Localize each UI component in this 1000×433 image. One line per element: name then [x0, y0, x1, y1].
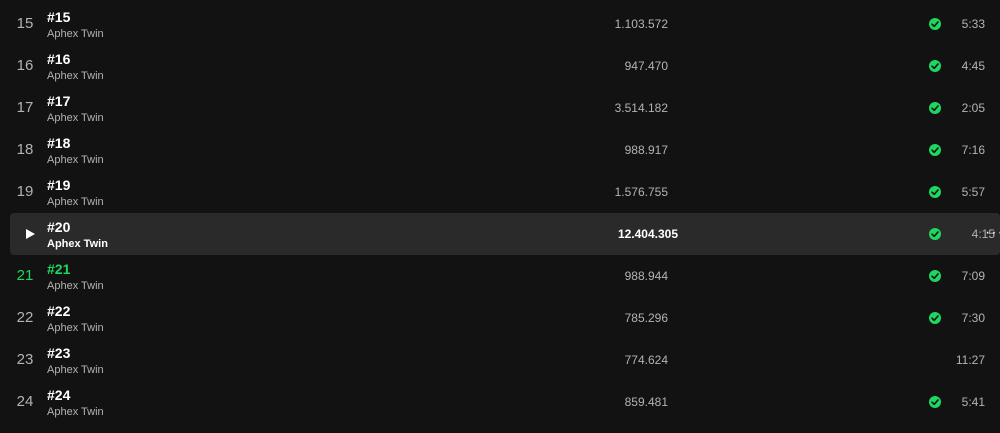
track-artist[interactable]: Aphex Twin [47, 363, 104, 377]
track-duration: 7:16 [961, 143, 985, 157]
track-number: 23 [16, 351, 34, 368]
track-row[interactable]: 21 #21 Aphex Twin 988.944 7:09 [0, 255, 1000, 297]
track-title[interactable]: #15 [47, 9, 104, 26]
track-info: #24 Aphex Twin [47, 387, 104, 419]
saved-check-icon[interactable] [929, 18, 941, 30]
track-number: 15 [16, 15, 34, 32]
track-info: #21 Aphex Twin [47, 261, 104, 293]
saved-check-icon[interactable] [929, 396, 941, 408]
track-info: #19 Aphex Twin [47, 177, 104, 209]
track-row[interactable]: 19 #19 Aphex Twin 1.576.755 5:57 [0, 171, 1000, 213]
saved-check-icon[interactable] [929, 60, 941, 72]
track-title[interactable]: #21 [47, 261, 104, 278]
track-list: 15 #15 Aphex Twin 1.103.572 5:33 16 #16 Aphex T… [0, 0, 1000, 433]
track-number: 21 [16, 267, 34, 284]
track-info: #17 Aphex Twin [47, 93, 104, 125]
track-info: #18 Aphex Twin [47, 135, 104, 167]
track-info: #15 Aphex Twin [47, 9, 104, 41]
track-title[interactable]: #16 [47, 51, 104, 68]
track-artist[interactable]: Aphex Twin [47, 321, 104, 335]
saved-check-icon[interactable] [929, 186, 941, 198]
track-title[interactable]: #20 [47, 219, 108, 236]
track-artist[interactable]: Aphex Twin [47, 405, 104, 419]
track-info: #23 Aphex Twin [47, 345, 104, 377]
track-artist[interactable]: Aphex Twin [47, 111, 104, 125]
track-row[interactable]: 23 #23 Aphex Twin 774.624 11:27 [0, 339, 1000, 381]
more-options-icon[interactable]: ··· [985, 225, 1000, 241]
track-duration: 11:27 [955, 353, 985, 367]
track-title[interactable]: #24 [47, 387, 104, 404]
track-number: 24 [16, 393, 34, 410]
saved-check-icon[interactable] [929, 270, 941, 282]
track-duration: 5:41 [961, 395, 985, 409]
track-info: #16 Aphex Twin [47, 51, 104, 83]
play-count: 3.514.182 [614, 101, 668, 115]
track-artist[interactable]: Aphex Twin [47, 195, 104, 209]
track-row[interactable]: 18 #18 Aphex Twin 988.917 7:16 [0, 129, 1000, 171]
track-title[interactable]: #19 [47, 177, 104, 194]
play-count: 988.917 [624, 143, 668, 157]
track-duration: 7:09 [961, 269, 985, 283]
track-number: 22 [16, 309, 34, 326]
play-count: 785.296 [624, 311, 668, 325]
track-info: #20 Aphex Twin [47, 219, 108, 251]
track-duration: 4:45 [961, 59, 985, 73]
track-artist[interactable]: Aphex Twin [47, 279, 104, 293]
track-row[interactable]: #20Aphex Twin12.404.3054:15··· [10, 213, 1000, 255]
track-row[interactable]: 24 #24 Aphex Twin 859.481 5:41 [0, 381, 1000, 423]
track-row[interactable]: 22 #22 Aphex Twin 785.296 7:30 [0, 297, 1000, 339]
play-count: 947.470 [624, 59, 668, 73]
play-icon[interactable] [23, 227, 37, 241]
track-info: #22 Aphex Twin [47, 303, 104, 335]
track-duration: 2:05 [961, 101, 985, 115]
track-duration: 7:30 [961, 311, 985, 325]
saved-check-icon[interactable] [929, 102, 941, 114]
track-number: 19 [16, 183, 34, 200]
saved-check-icon[interactable] [929, 144, 941, 156]
saved-check-icon[interactable] [929, 312, 941, 324]
play-count: 12.404.305 [617, 227, 678, 241]
track-title[interactable]: #17 [47, 93, 104, 110]
track-artist[interactable]: Aphex Twin [47, 27, 104, 41]
track-title[interactable]: #23 [47, 345, 104, 362]
track-title[interactable]: #18 [47, 135, 104, 152]
track-row[interactable]: 15 #15 Aphex Twin 1.103.572 5:33 [0, 3, 1000, 45]
track-row[interactable]: 16 #16 Aphex Twin 947.470 4:45 [0, 45, 1000, 87]
track-artist[interactable]: Aphex Twin [47, 153, 104, 167]
track-duration: 5:57 [961, 185, 985, 199]
play-count: 1.103.572 [614, 17, 668, 31]
track-title[interactable]: #22 [47, 303, 104, 320]
track-artist[interactable]: Aphex Twin [47, 237, 108, 251]
play-count: 1.576.755 [614, 185, 668, 199]
play-count: 988.944 [624, 269, 668, 283]
track-number: 16 [16, 57, 34, 74]
play-count: 859.481 [624, 395, 668, 409]
track-number: 17 [16, 99, 34, 116]
track-duration: 5:33 [961, 17, 985, 31]
track-artist[interactable]: Aphex Twin [47, 69, 104, 83]
track-row[interactable]: 17 #17 Aphex Twin 3.514.182 2:05 [0, 87, 1000, 129]
play-count: 774.624 [624, 353, 668, 367]
track-number: 18 [16, 141, 34, 158]
saved-check-icon[interactable] [929, 228, 941, 240]
